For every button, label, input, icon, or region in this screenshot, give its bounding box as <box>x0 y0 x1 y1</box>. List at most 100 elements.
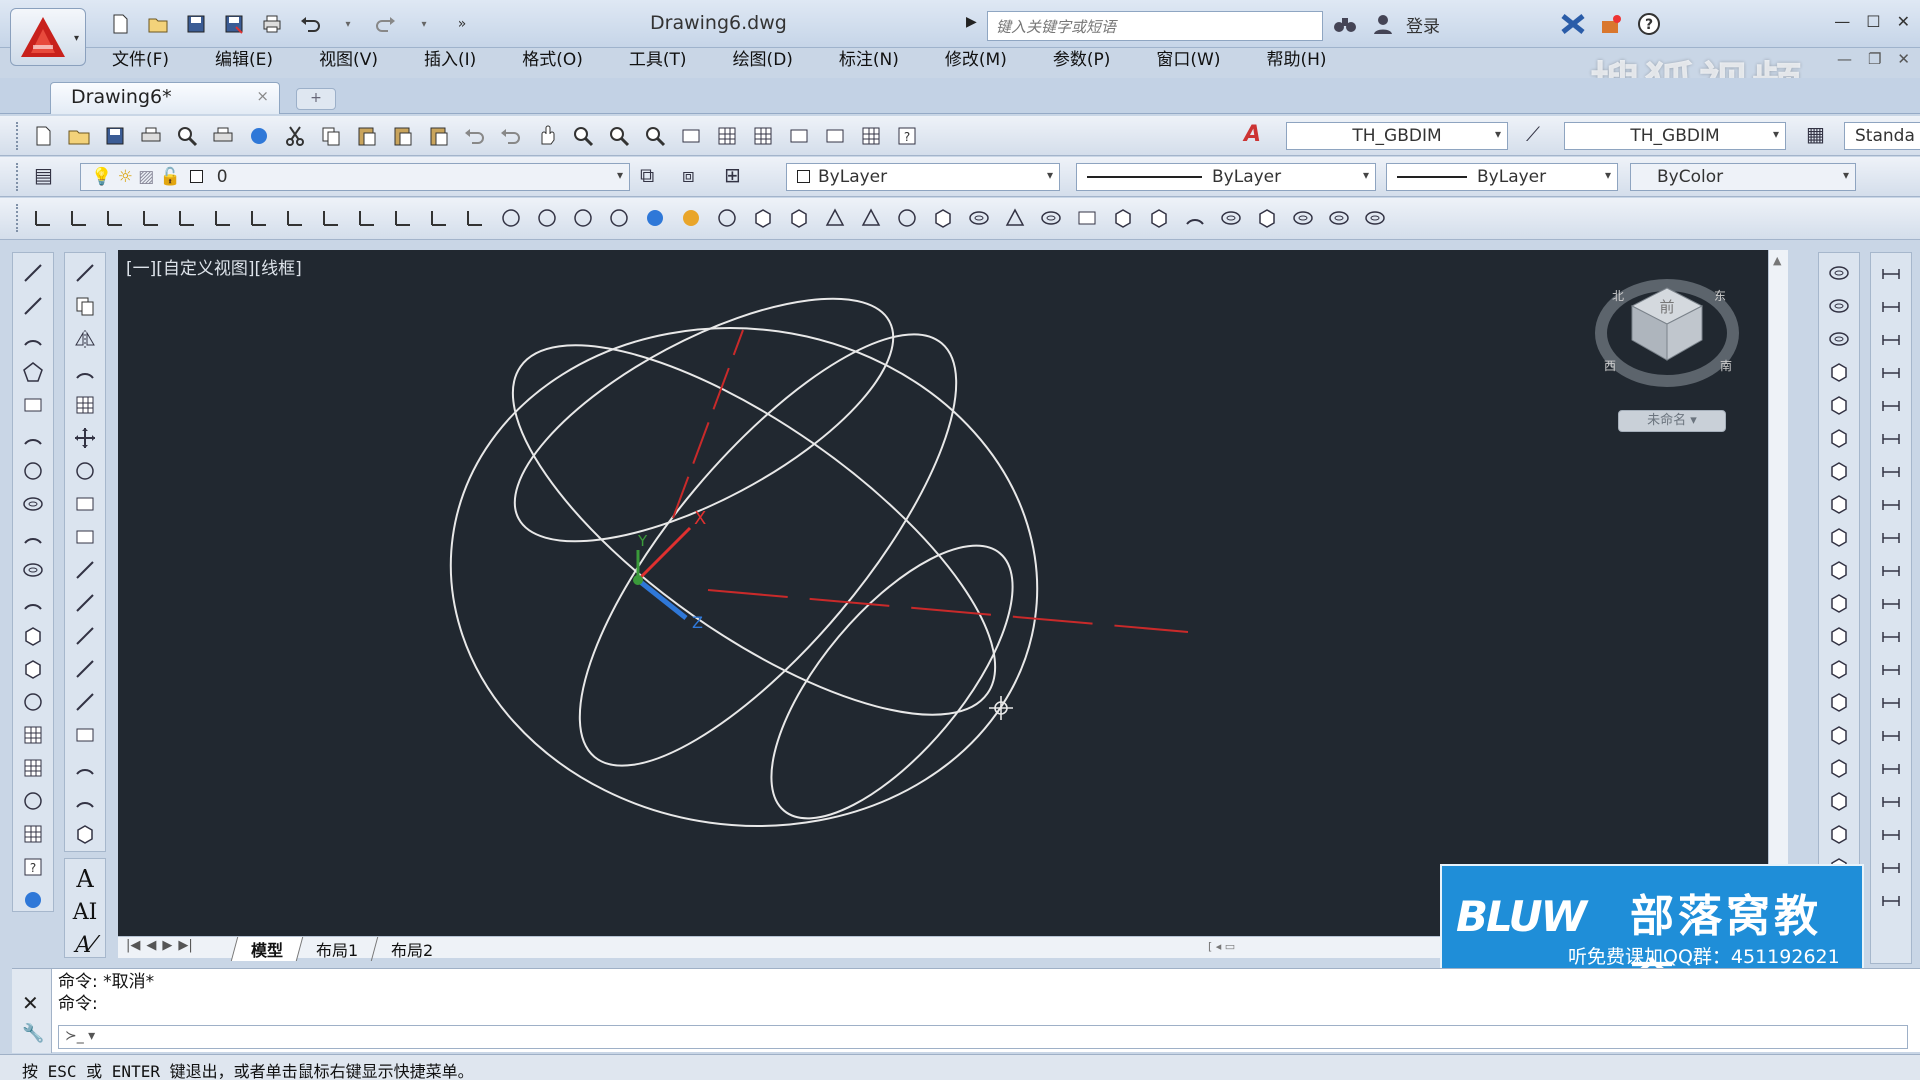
polyline-button[interactable] <box>17 325 49 353</box>
zoom-realtime-button[interactable] <box>568 121 598 151</box>
make-block-button[interactable] <box>17 655 49 683</box>
rotate-button[interactable] <box>69 457 101 485</box>
line-button[interactable] <box>17 259 49 287</box>
new-button[interactable] <box>104 10 136 38</box>
radius-dim-button[interactable] <box>1875 391 1907 419</box>
imprint-button[interactable] <box>1823 688 1855 716</box>
angular-dim-button[interactable] <box>1875 490 1907 518</box>
undo-button[interactable] <box>460 121 490 151</box>
dimension-style-icon[interactable]: ⟋ <box>1526 122 1540 146</box>
ucs-x-button[interactable] <box>352 203 382 233</box>
inspection-button[interactable] <box>1875 754 1907 782</box>
rectangle-button[interactable] <box>17 391 49 419</box>
explode-button[interactable] <box>69 820 101 848</box>
hide-button[interactable] <box>712 203 742 233</box>
shell-button[interactable] <box>1823 787 1855 815</box>
jogged-linear-button[interactable] <box>1875 787 1907 815</box>
color-faces-button[interactable] <box>1823 589 1855 617</box>
match-properties-button[interactable] <box>388 121 418 151</box>
union-button[interactable] <box>1288 203 1318 233</box>
scale-button[interactable] <box>69 490 101 518</box>
ucs-object-button[interactable] <box>172 203 202 233</box>
design-center-button[interactable] <box>712 121 742 151</box>
redo-dropdown[interactable]: ▾ <box>408 10 440 38</box>
copy-edges-button[interactable] <box>1823 622 1855 650</box>
ucs-origin-button[interactable] <box>244 203 274 233</box>
menu-tools[interactable]: 工具(T) <box>629 48 687 76</box>
next-layout-icon[interactable]: ▶ <box>162 938 172 953</box>
menu-insert[interactable]: 插入(I) <box>424 48 476 76</box>
ellipse-button[interactable] <box>17 556 49 584</box>
vertical-scrollbar[interactable]: ▲ <box>1768 250 1788 936</box>
taper-faces-button[interactable] <box>1823 523 1855 551</box>
torus-button[interactable] <box>964 203 994 233</box>
delete-faces-button[interactable] <box>1823 457 1855 485</box>
customize-wrench-icon[interactable]: 🔧 <box>22 1023 44 1044</box>
doc-restore-button[interactable]: ❐ <box>1868 50 1881 68</box>
offset-faces-button[interactable] <box>1823 424 1855 452</box>
loft-button[interactable] <box>1252 203 1282 233</box>
drawing-viewport[interactable]: [一][自定义视图][线框] X Y Z 前 北 东 西 南 未命名 ▾ <box>118 250 1768 936</box>
linear-dim-button[interactable] <box>1875 259 1907 287</box>
sphere-blue-button[interactable] <box>640 203 670 233</box>
text-style-icon[interactable]: A <box>1244 122 1261 147</box>
arc-button[interactable] <box>17 424 49 452</box>
toolbar-grip[interactable] <box>16 163 20 191</box>
arc-length-dim-button[interactable] <box>1875 325 1907 353</box>
join-button[interactable] <box>69 688 101 716</box>
linetype-control-dropdown[interactable]: ByLayer ▾ <box>1076 163 1376 191</box>
cylinder-button[interactable] <box>928 203 958 233</box>
baseline-dim-button[interactable] <box>1875 556 1907 584</box>
ordinate-dim-button[interactable] <box>1875 358 1907 386</box>
layer-dropdown[interactable]: 💡 ☼ ▨ 🔓 0 ▾ <box>80 163 630 191</box>
sheet-set-button[interactable] <box>784 121 814 151</box>
layer-properties-button[interactable]: ▤ <box>34 163 53 187</box>
last-layout-icon[interactable]: ▶| <box>178 938 192 953</box>
exchange-button[interactable] <box>1558 10 1588 38</box>
close-button[interactable]: ✕ <box>1897 12 1910 31</box>
edit-text-button[interactable]: A⁄ <box>69 931 101 959</box>
ellipse-arc-button[interactable] <box>17 589 49 617</box>
hatch-button[interactable] <box>17 721 49 749</box>
pan-button[interactable] <box>532 121 562 151</box>
new-button[interactable] <box>28 121 58 151</box>
color-edges-button[interactable] <box>1823 655 1855 683</box>
helix-button[interactable] <box>1036 203 1066 233</box>
open-button[interactable] <box>64 121 94 151</box>
continue-dim-button[interactable] <box>1875 589 1907 617</box>
ucs-world-button[interactable] <box>64 203 94 233</box>
save-button[interactable] <box>100 121 130 151</box>
doc-minimize-button[interactable]: — <box>1837 50 1852 68</box>
wireframe-sphere-model[interactable]: X Y Z <box>118 250 1768 936</box>
ucs-face-button[interactable] <box>136 203 166 233</box>
free-orbit-button[interactable] <box>532 203 562 233</box>
zoom-window-button[interactable] <box>604 121 634 151</box>
insert-block-button[interactable] <box>17 622 49 650</box>
tab-layout1[interactable]: 布局1 <box>295 937 378 961</box>
tab-layout2[interactable]: 布局2 <box>370 937 453 961</box>
clean-button[interactable] <box>1823 721 1855 749</box>
sphere-button[interactable] <box>892 203 922 233</box>
layer-states-button[interactable]: ⊞ <box>724 163 741 187</box>
menu-file[interactable]: 文件(F) <box>112 48 169 76</box>
quickcalc-button[interactable] <box>856 121 886 151</box>
multiline-text-button[interactable]: A <box>69 865 101 893</box>
ucs-menu-unnamed[interactable]: 未命名 ▾ <box>1618 410 1726 432</box>
copy-button[interactable] <box>316 121 346 151</box>
ucs-view-button[interactable] <box>208 203 238 233</box>
menu-help[interactable]: 帮助(H) <box>1266 48 1326 76</box>
plot-button[interactable] <box>256 10 288 38</box>
union-button[interactable] <box>1823 259 1855 287</box>
redo-button[interactable] <box>370 10 402 38</box>
dim-break-button[interactable] <box>1875 655 1907 683</box>
help-button[interactable]: ? <box>892 121 922 151</box>
array-button[interactable] <box>69 391 101 419</box>
minimize-button[interactable]: — <box>1834 12 1850 31</box>
save-button[interactable] <box>180 10 212 38</box>
tab-close-icon[interactable]: × <box>256 87 269 105</box>
menu-parametric[interactable]: 参数(P) <box>1053 48 1111 76</box>
offset-button[interactable] <box>69 358 101 386</box>
gradient-button[interactable] <box>17 754 49 782</box>
horizontal-scrollbar[interactable]: [ ◂ ▭ <box>1208 940 1348 956</box>
table-button[interactable] <box>17 820 49 848</box>
